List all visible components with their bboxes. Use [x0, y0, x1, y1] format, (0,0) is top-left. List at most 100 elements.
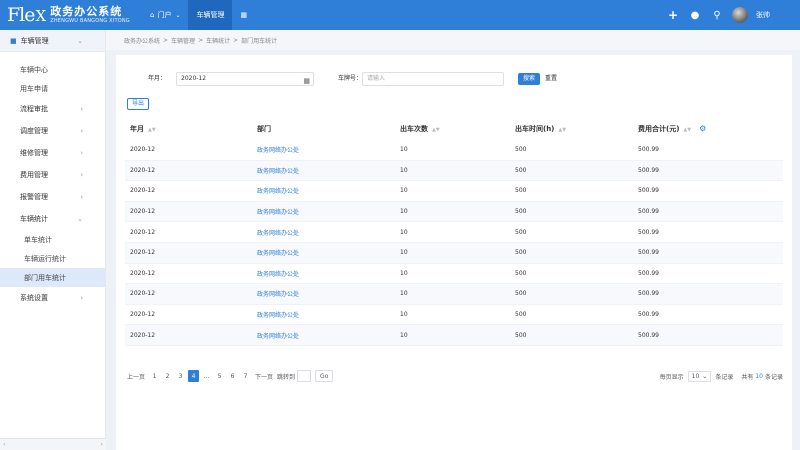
bell-icon[interactable]: ●	[684, 0, 706, 30]
total-prefix: 共有	[741, 373, 754, 381]
nav-portal[interactable]: ⌂ 门户 ⌄	[142, 0, 188, 30]
cell-trip-count: 10	[400, 269, 408, 277]
cell-trip-hours: 500	[515, 146, 527, 154]
cell-total-cost: 500.99	[638, 146, 659, 154]
export-button[interactable]: 导出	[127, 98, 150, 110]
sort-icon: ▲▼	[432, 127, 440, 133]
search-icon[interactable]: ⚲	[706, 0, 728, 30]
sidebar-item-maintenance[interactable]: 维修管理 ›	[0, 142, 105, 164]
scroll-right-icon[interactable]: ›	[101, 441, 103, 448]
cell-trip-hours: 500	[515, 166, 527, 174]
page-button[interactable]: 2	[162, 370, 173, 382]
page-button[interactable]: 1	[149, 370, 160, 382]
sidebar-item-dept-usage-stats[interactable]: 部门用车统计	[0, 268, 105, 287]
col-month[interactable]: 年月 ▲▼	[125, 124, 257, 134]
page-button[interactable]: 7	[240, 370, 251, 382]
go-button[interactable]: Go	[315, 370, 334, 382]
cell-department[interactable]: 政务网络办公处	[257, 289, 400, 298]
col-total-cost[interactable]: 费用合计(元) ▲▼ ⚙	[638, 124, 783, 134]
plate-input[interactable]: 请输入	[362, 72, 504, 86]
cell-department[interactable]: 政务网络办公处	[257, 186, 400, 195]
sidebar-item-system-settings[interactable]: 系统设置 ›	[0, 287, 105, 309]
page-button[interactable]: 3	[175, 370, 186, 382]
jump-label: 跳转到	[277, 373, 296, 381]
page-button[interactable]: 5	[214, 370, 225, 382]
table-row: 2020-12 政务网络办公处 10 500 500.99	[125, 160, 783, 182]
scroll-left-icon[interactable]: ‹	[3, 441, 5, 448]
sidebar-item-vehicle-run-stats[interactable]: 车辆运行统计	[0, 249, 105, 268]
sidebar: ■ 车辆管理 ⌄ 车辆中心 用车申请 流程审批 › 调度管理 › 维修管理 › 费用管…	[0, 30, 106, 450]
cell-month: 2020-12	[130, 331, 156, 339]
month-picker[interactable]: 2020-12 ▦	[176, 72, 314, 86]
chevron-right-icon: ›	[80, 294, 83, 302]
cell-department[interactable]: 政务网络办公处	[257, 145, 400, 154]
sidebar-item-dispatch[interactable]: 调度管理 ›	[0, 120, 105, 142]
chevron-right-icon: ›	[80, 105, 83, 113]
sidebar-item-vehicle-request[interactable]: 用车申请	[0, 79, 105, 98]
cell-month: 2020-12	[130, 166, 156, 174]
table-row: 2020-12 政务网络办公处 10 500 500.99	[125, 304, 783, 326]
chevron-down-icon: ⌄	[77, 36, 83, 45]
cell-trip-count: 10	[400, 187, 408, 195]
next-page-button[interactable]: 下一页	[253, 370, 275, 382]
cell-total-cost: 500.99	[638, 166, 659, 174]
sidebar-item-vehicle-center[interactable]: 车辆中心	[0, 60, 105, 79]
sort-icon: ▲▼	[148, 127, 156, 133]
cell-department[interactable]: 政务网络办公处	[257, 248, 400, 257]
content-panel: 年月： 2020-12 ▦ 车牌号： 请输入 搜索 重置 导出 年月 ▲▼ 部门 …	[116, 55, 792, 450]
reset-button[interactable]: 重置	[541, 73, 561, 85]
filter-form: 年月： 2020-12 ▦ 车牌号： 请输入 搜索 重置	[116, 71, 792, 87]
table-row: 2020-12 政务网络办公处 10 500 500.99	[125, 325, 783, 346]
sidebar-item-expense[interactable]: 费用管理 ›	[0, 164, 105, 186]
avatar[interactable]	[732, 7, 748, 23]
cell-department[interactable]: 政务网络办公处	[257, 207, 400, 216]
table-body: 2020-12 政务网络办公处 10 500 500.99 2020-12 政务网络办公处 1…	[125, 140, 783, 346]
page-size-select[interactable]: 10 ⌄	[687, 370, 712, 382]
page-button-current[interactable]: 4	[188, 370, 200, 382]
table-row: 2020-12 政务网络办公处 10 500 500.99	[125, 222, 783, 243]
cell-department[interactable]: 政务网络办公处	[257, 228, 400, 237]
sidebar-item-alarm[interactable]: 报警管理 ›	[0, 186, 105, 208]
breadcrumb-item[interactable]: 车辆管理	[171, 36, 195, 45]
sidebar-item-single-vehicle-stats[interactable]: 单车统计	[0, 230, 105, 249]
table-row: 2020-12 政务网络办公处 10 500 500.99	[125, 263, 783, 285]
jump-page-input[interactable]	[297, 370, 312, 382]
cell-month: 2020-12	[130, 187, 156, 195]
nav-vehicle-management[interactable]: 车辆管理	[188, 0, 233, 30]
breadcrumb-item[interactable]: 政务办公系统	[124, 36, 160, 45]
header-actions: + ● ⚲ 张帅	[662, 0, 800, 30]
prev-page-button[interactable]: 上一页	[125, 370, 147, 382]
nav-apps[interactable]: ▦	[232, 0, 255, 30]
cell-total-cost: 500.99	[638, 290, 659, 298]
cell-trip-count: 10	[400, 331, 408, 339]
page-button[interactable]: 6	[227, 370, 238, 382]
apps-icon: ▦	[240, 11, 248, 19]
add-icon[interactable]: +	[662, 0, 684, 30]
cell-department[interactable]: 政务网络办公处	[257, 331, 400, 340]
cell-total-cost: 500.99	[638, 331, 659, 339]
cell-total-cost: 500.99	[638, 208, 659, 216]
chevron-right-icon: ›	[80, 149, 83, 157]
search-button[interactable]: 搜索	[518, 73, 541, 85]
cell-total-cost: 500.99	[638, 269, 659, 277]
stats-table: 年月 ▲▼ 部门 出车次数 ▲▼ 出车时间(h) ▲▼ 费用合计(元) ▲▼ ⚙ 2020…	[125, 118, 783, 346]
sidebar-group-vehicle-management[interactable]: ■ 车辆管理 ⌄	[0, 30, 105, 52]
cell-trip-hours: 500	[515, 269, 527, 277]
cell-department[interactable]: 政务网络办公处	[257, 166, 400, 175]
col-trip-count[interactable]: 出车次数 ▲▼	[400, 124, 515, 134]
app-logo[interactable]: FleX 政务办公系统 ZHENGWU BANGONG XITONG	[0, 0, 140, 30]
sidebar-item-statistics[interactable]: 车辆统计 ⌄	[0, 208, 105, 230]
sidebar-scrollbar[interactable]: ‹ ›	[0, 438, 106, 450]
sidebar-item-approval[interactable]: 流程审批 ›	[0, 98, 105, 120]
per-page-suffix: 条记录	[715, 373, 734, 381]
breadcrumb-item[interactable]: 车辆统计	[206, 36, 230, 45]
gear-icon[interactable]: ⚙	[699, 124, 706, 133]
cell-department[interactable]: 政务网络办公处	[257, 310, 400, 319]
table-row: 2020-12 政务网络办公处 10 500 500.99	[125, 201, 783, 223]
username[interactable]: 张帅	[756, 10, 770, 20]
logo-text: 政务办公系统 ZHENGWU BANGONG XITONG	[50, 5, 130, 24]
month-label: 年月：	[147, 75, 166, 82]
col-trip-hours[interactable]: 出车时间(h) ▲▼	[515, 124, 638, 134]
cell-department[interactable]: 政务网络办公处	[257, 269, 400, 278]
cell-total-cost: 500.99	[638, 228, 659, 236]
